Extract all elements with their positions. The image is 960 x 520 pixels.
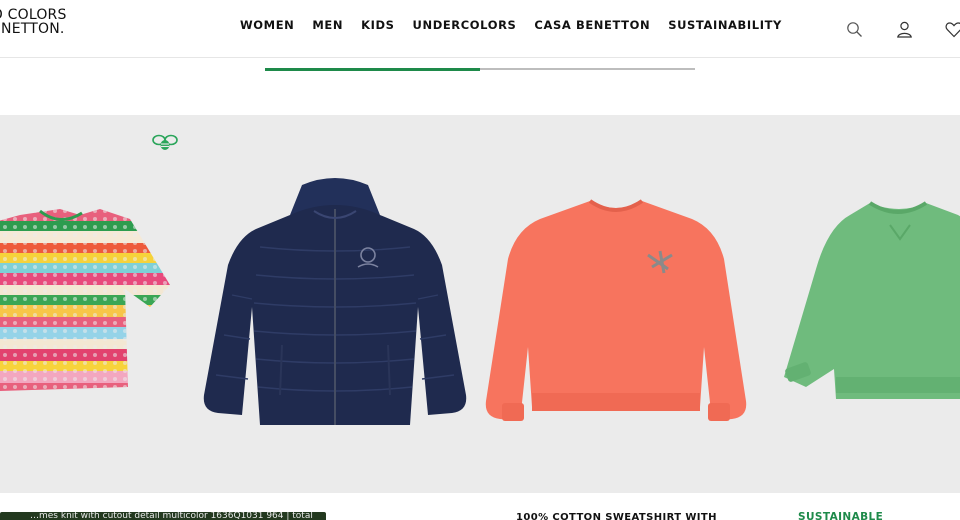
wishlist-heart-icon[interactable] bbox=[942, 17, 960, 41]
product-carousel bbox=[0, 115, 960, 493]
nav-undercolors[interactable]: UNDERCOLORS bbox=[413, 18, 517, 32]
product-tooltip-bar: …mes knit with cutout detail multicolor … bbox=[0, 512, 326, 520]
nav-women[interactable]: WOMEN bbox=[240, 18, 294, 32]
site-header: D COLORS ENETTON. WOMEN MEN KIDS UNDERCO… bbox=[0, 0, 960, 58]
logo-line-1: D COLORS bbox=[0, 7, 67, 23]
product-title[interactable]: 100% COTTON SWEATSHIRT WITH bbox=[516, 512, 717, 520]
account-icon[interactable] bbox=[892, 17, 916, 41]
sustainable-badge: SUSTAINABLE bbox=[798, 511, 884, 520]
product-green-sweatshirt[interactable] bbox=[776, 199, 960, 404]
carousel-progress[interactable] bbox=[265, 67, 695, 71]
header-icons bbox=[816, 17, 960, 41]
product-crochet-top[interactable] bbox=[0, 207, 180, 402]
product-coral-sweatshirt[interactable] bbox=[480, 197, 752, 432]
brand-logo[interactable]: D COLORS ENETTON. bbox=[0, 8, 82, 36]
nav-sustainability[interactable]: SUSTAINABILITY bbox=[668, 18, 782, 32]
main-nav: WOMEN MEN KIDS UNDERCOLORS CASA BENETTON… bbox=[240, 18, 800, 32]
product-navy-puffer[interactable] bbox=[198, 175, 472, 442]
nav-men[interactable]: MEN bbox=[312, 18, 343, 32]
tooltip-text: …mes knit with cutout detail multicolor … bbox=[30, 512, 313, 520]
logo-line-2: ENETTON. bbox=[0, 21, 65, 37]
carousel-progress-fill bbox=[265, 67, 480, 71]
nav-kids[interactable]: KIDS bbox=[361, 18, 394, 32]
product-info-strip: …mes knit with cutout detail multicolor … bbox=[0, 493, 960, 520]
bee-sustainability-icon bbox=[152, 134, 178, 150]
search-icon[interactable] bbox=[842, 17, 866, 41]
nav-casa-benetton[interactable]: CASA BENETTON bbox=[534, 18, 650, 32]
